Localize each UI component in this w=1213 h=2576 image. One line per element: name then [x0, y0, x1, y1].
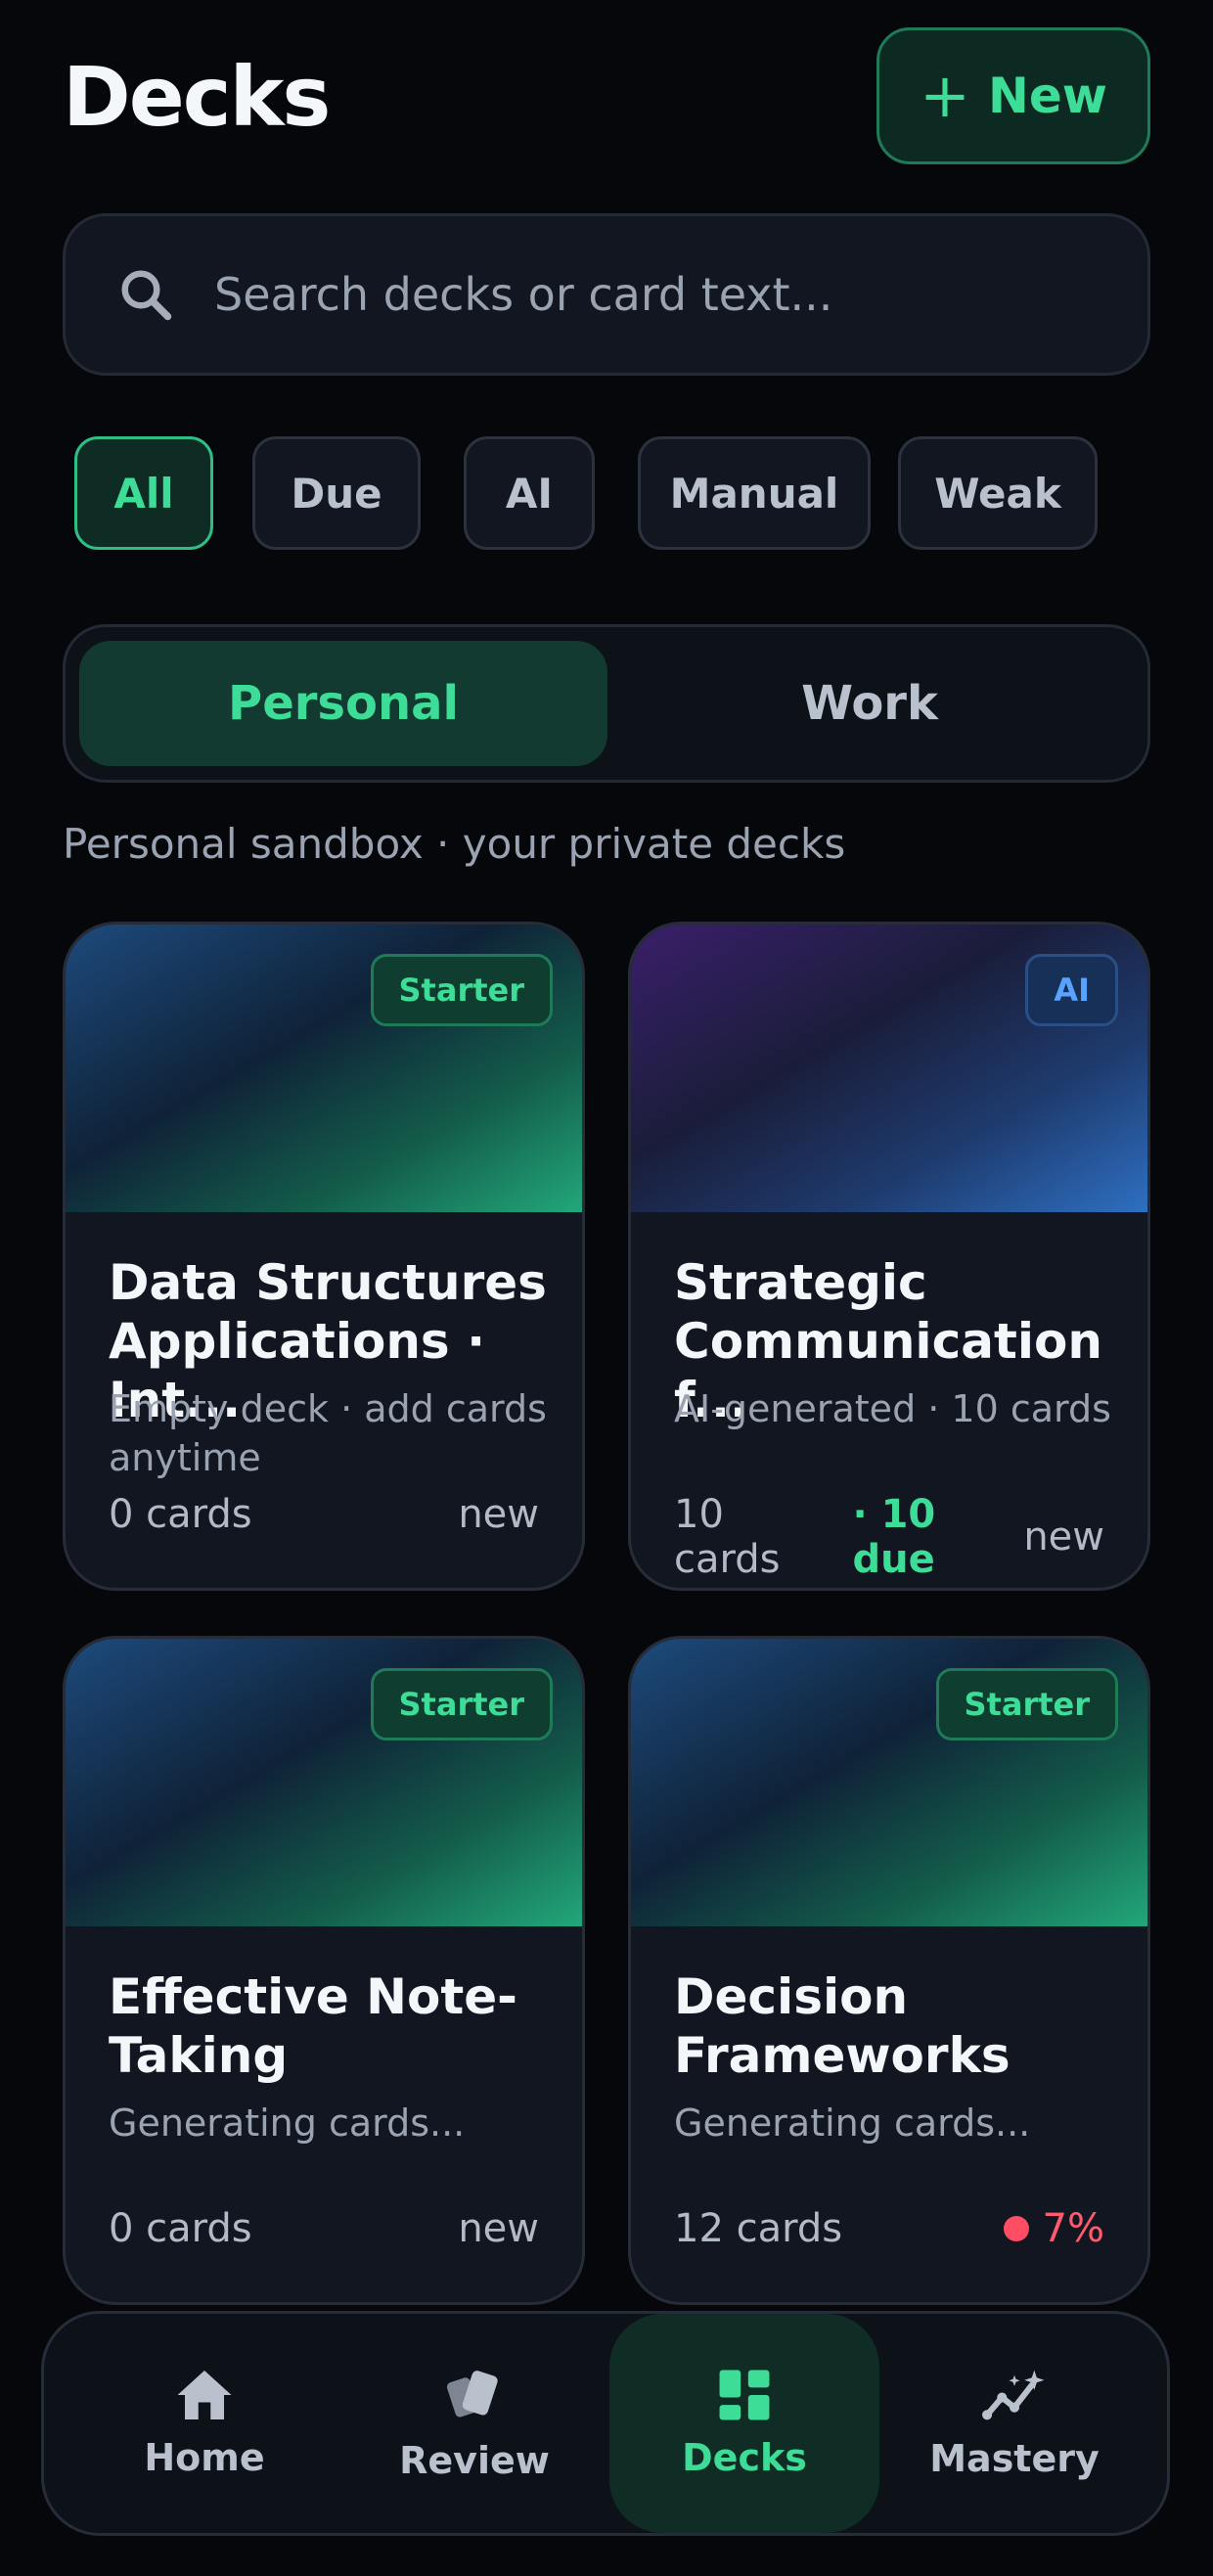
deck-description: Empty deck · add cards anytime [109, 1387, 547, 1479]
tab-label: Mastery [929, 2437, 1100, 2480]
filter-chip-weak[interactable]: Weak [898, 436, 1098, 550]
deck-mastery-percent: 7% [1042, 2206, 1104, 2251]
weak-indicator-dot [1003, 2216, 1029, 2241]
deck-card[interactable]: Starter Decision Frameworks Generating c… [628, 1636, 1150, 2305]
tab-label: Home [144, 2436, 265, 2479]
tab-decks[interactable]: Decks [609, 2314, 879, 2533]
deck-card-count: 0 cards [109, 1492, 252, 1537]
filter-chip-label: Weak [934, 469, 1061, 518]
deck-due-count: · 10 due [852, 1492, 936, 1582]
deck-card-count: 0 cards [109, 2206, 252, 2251]
deck-mastery: 7% [1003, 2206, 1104, 2251]
deck-card-count: 12 cards [674, 2206, 843, 2251]
tab-label: Review [399, 2439, 550, 2482]
deck-title: Decision Frameworks [674, 1968, 1011, 2084]
filter-chip-all[interactable]: All [74, 436, 213, 550]
filter-chip-ai[interactable]: AI [464, 436, 595, 550]
deck-badge-starter: Starter [370, 1668, 553, 1740]
sparkline-icon [982, 2370, 1045, 2420]
filter-chip-manual[interactable]: Manual [638, 436, 871, 550]
tab-mastery[interactable]: Mastery [879, 2314, 1149, 2533]
tab-label: Decks [682, 2436, 807, 2479]
deck-status: new [458, 1492, 539, 1537]
new-deck-label: New [988, 68, 1107, 124]
grid-icon [719, 2370, 770, 2420]
page-title: Decks [63, 49, 331, 145]
home-icon [177, 2371, 232, 2419]
deck-title: Effective Note- Taking [109, 1968, 517, 2084]
deck-card-count: 10 cards [674, 1492, 781, 1582]
deck-description: Generating cards... [109, 2101, 466, 2145]
deck-status: new [1023, 1514, 1104, 1559]
filter-chip-due[interactable]: Due [252, 436, 421, 550]
cards-icon [446, 2371, 498, 2418]
filter-chip-label: All [113, 469, 174, 518]
filter-chip-label: Manual [669, 469, 839, 518]
deck-badge-starter: Starter [370, 954, 553, 1026]
filter-chip-label: AI [505, 469, 554, 518]
deck-badge-ai: AI [1025, 954, 1118, 1026]
deck-description: Generating cards... [674, 2101, 1031, 2145]
deck-status: new [458, 2206, 539, 2251]
workspace-subtitle: Personal sandbox · your private decks [63, 820, 846, 868]
deck-badge-starter: Starter [935, 1668, 1118, 1740]
deck-card[interactable]: Starter Data Structures Applications · I… [63, 922, 585, 1591]
deck-card[interactable]: Starter Effective Note- Taking Generatin… [63, 1636, 585, 2305]
bottom-tab-bar: Home Review Decks Mastery [41, 2311, 1170, 2536]
segment-work[interactable]: Work [606, 641, 1134, 766]
tab-home[interactable]: Home [69, 2314, 339, 2533]
deck-card[interactable]: AI Strategic Communication f... AI-gener… [628, 922, 1150, 1591]
filter-chip-label: Due [291, 469, 382, 518]
new-deck-button[interactable]: + New [876, 27, 1150, 164]
search-input[interactable] [214, 268, 1075, 321]
deck-description: AI-generated · 10 cards [674, 1387, 1111, 1430]
plus-icon: + [920, 60, 970, 131]
tab-review[interactable]: Review [339, 2314, 609, 2533]
search-bar[interactable] [63, 213, 1150, 376]
search-icon [121, 270, 172, 321]
segment-personal[interactable]: Personal [79, 641, 607, 766]
workspace-segmented-control: Personal Work [63, 624, 1150, 783]
